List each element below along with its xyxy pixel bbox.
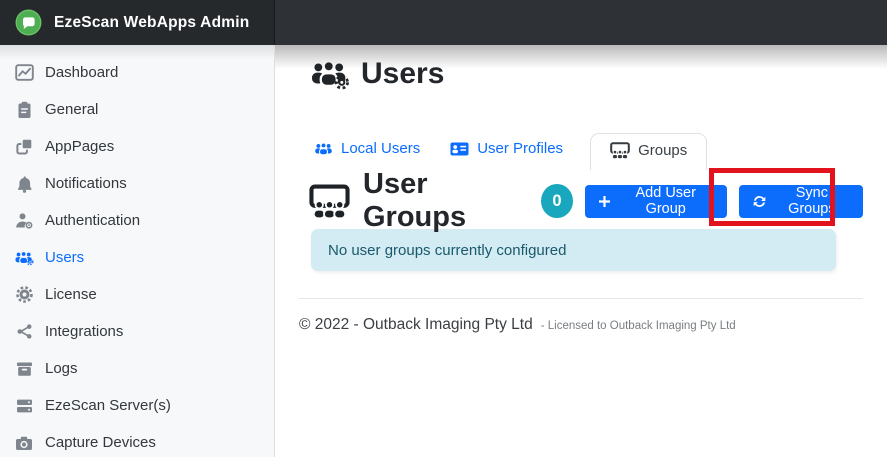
address-card-icon xyxy=(450,142,469,156)
camera-icon xyxy=(14,433,34,452)
user-badge-icon xyxy=(14,211,34,230)
share-nodes-icon xyxy=(14,322,34,341)
sidebar-item-label: Users xyxy=(45,249,84,266)
sidebar-nav: Dashboard General xyxy=(0,45,274,461)
user-groups-header: User Groups 0 Add User Group Sync Gr xyxy=(309,181,863,221)
tab-label: Groups xyxy=(638,142,687,159)
top-navbar: EzeScan WebApps Admin xyxy=(0,0,887,45)
sidebar-item-label: Notifications xyxy=(45,175,127,192)
users-gear-icon xyxy=(309,59,350,90)
sidebar-item-label: Dashboard xyxy=(45,64,118,81)
copyright-text: © 2022 - Outback Imaging Pty Ltd xyxy=(299,316,533,334)
server-icon xyxy=(14,396,34,415)
gear-icon xyxy=(14,285,34,304)
users-gear-icon xyxy=(14,248,34,267)
sidebar-item-label: Integrations xyxy=(45,323,123,340)
sidebar-item-ezescan-servers[interactable]: EzeScan Server(s) xyxy=(0,387,274,424)
sidebar-item-logs[interactable]: Logs xyxy=(0,350,274,387)
box-archive-icon xyxy=(14,359,34,378)
navbar-brand[interactable]: EzeScan WebApps Admin xyxy=(0,0,275,45)
sidebar-item-users[interactable]: Users xyxy=(0,239,274,276)
main-content: Users Local Users xyxy=(275,45,887,457)
tab-user-profiles[interactable]: User Profiles xyxy=(435,133,578,164)
plus-icon xyxy=(598,195,611,208)
tab-groups[interactable]: Groups xyxy=(590,133,707,170)
sidebar-item-label: License xyxy=(45,286,97,303)
button-label: Sync Groups xyxy=(774,185,850,217)
tab-local-users[interactable]: Local Users xyxy=(299,133,435,164)
sidebar-item-capture-devices[interactable]: Capture Devices xyxy=(0,424,274,461)
sidebar-item-general[interactable]: General xyxy=(0,91,274,128)
screen-users-icon xyxy=(610,142,630,159)
sidebar-item-label: AppPages xyxy=(45,138,114,155)
page-title: Users xyxy=(361,57,444,91)
screen-users-icon xyxy=(309,184,350,219)
sidebar-item-label: Logs xyxy=(45,360,78,377)
sidebar-item-label: General xyxy=(45,101,98,118)
tab-label: Local Users xyxy=(341,140,420,157)
section-title: User Groups xyxy=(363,168,526,234)
sync-groups-button[interactable]: Sync Groups xyxy=(739,185,863,218)
sidebar-item-dashboard[interactable]: Dashboard xyxy=(0,54,274,91)
tab-label: User Profiles xyxy=(477,140,563,157)
chart-line-icon xyxy=(14,63,34,82)
clone-icon xyxy=(14,137,34,156)
navbar-background xyxy=(275,0,887,45)
sidebar-item-label: EzeScan Server(s) xyxy=(45,397,171,414)
ezescan-logo-icon xyxy=(15,9,42,36)
sync-icon xyxy=(752,194,767,209)
footer: © 2022 - Outback Imaging Pty Ltd - Licen… xyxy=(299,298,863,334)
clipboard-icon xyxy=(14,100,34,119)
sidebar-item-label: Authentication xyxy=(45,212,140,229)
page-header: Users xyxy=(309,53,863,95)
sidebar: Dashboard General xyxy=(0,45,275,457)
users-tabs: Local Users User Profiles xyxy=(299,133,863,170)
button-label: Add User Group xyxy=(618,185,714,217)
info-alert: No user groups currently configured xyxy=(311,229,836,271)
sidebar-item-label: Capture Devices xyxy=(45,434,156,451)
license-note-text: - Licensed to Outback Imaging Pty Ltd xyxy=(541,320,736,332)
sidebar-item-apppages[interactable]: AppPages xyxy=(0,128,274,165)
sidebar-item-integrations[interactable]: Integrations xyxy=(0,313,274,350)
group-count-badge: 0 xyxy=(541,184,573,218)
add-user-group-button[interactable]: Add User Group xyxy=(585,185,727,218)
alert-text: No user groups currently configured xyxy=(328,242,566,259)
sidebar-item-notifications[interactable]: Notifications xyxy=(0,165,274,202)
users-icon xyxy=(314,142,333,156)
sidebar-item-license[interactable]: License xyxy=(0,276,274,313)
brand-title: EzeScan WebApps Admin xyxy=(54,14,249,32)
bell-icon xyxy=(14,174,34,193)
sidebar-item-authentication[interactable]: Authentication xyxy=(0,202,274,239)
